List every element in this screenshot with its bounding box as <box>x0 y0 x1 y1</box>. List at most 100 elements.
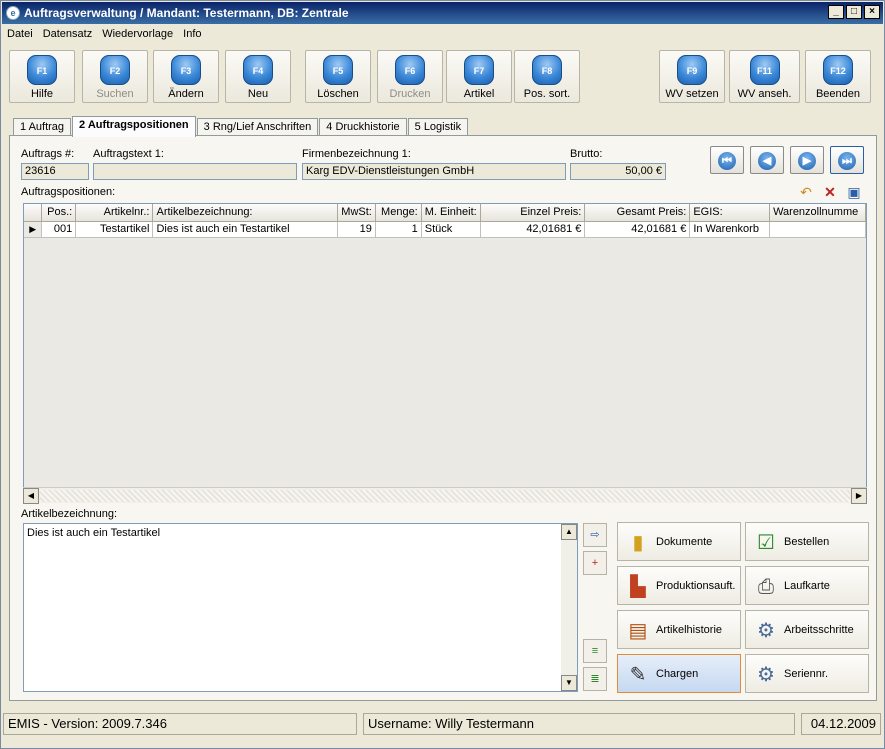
add-text-icon[interactable]: + <box>583 551 607 575</box>
cell-einzelpreis[interactable]: 42,01681 € <box>480 221 586 238</box>
import-text-icon[interactable]: ⇨ <box>583 523 607 547</box>
cell-artikelbezeichnung[interactable]: Dies ist auch ein Testartikel <box>152 221 338 238</box>
set-followup-button[interactable]: F9 WV setzen <box>659 50 725 103</box>
menu-datensatz[interactable]: Datensatz <box>43 28 93 44</box>
produktionsauftrag-button[interactable]: ▙ Produktionsauft. <box>617 566 741 605</box>
auftragstext-label: Auftragstext 1: <box>93 148 164 160</box>
memo-text: Dies ist auch ein Testartikel <box>27 527 161 539</box>
menu-datei[interactable]: Datei <box>7 28 33 44</box>
auftragstext-field[interactable] <box>93 163 297 180</box>
seriennummer-button[interactable]: ⚙ Seriennr. <box>745 654 869 693</box>
auftrag-label: Auftrags #: <box>21 148 75 160</box>
f7-key-icon: F7 <box>464 55 494 85</box>
last-record-button[interactable]: ⏭ <box>830 146 864 174</box>
auftrag-number-field[interactable]: 23616 <box>21 163 89 180</box>
memo-label: Artikelbezeichnung: <box>21 508 118 520</box>
chargen-button[interactable]: ✎ Chargen <box>617 654 741 693</box>
column-header-pos[interactable]: Pos.: <box>41 204 77 222</box>
f3-key-icon: F3 <box>171 55 201 85</box>
scroll-right-icon[interactable]: ▶ <box>851 488 867 504</box>
row-pointer-icon: ▶ <box>24 221 43 238</box>
app-window: e Auftragsverwaltung / Mandant: Testerma… <box>0 0 885 749</box>
bestellen-button[interactable]: ☑ Bestellen <box>745 522 869 561</box>
tab-auftragspositionen[interactable]: 2 Auftragspositionen <box>72 116 196 137</box>
last-record-icon: ⏭ <box>838 152 856 170</box>
article-button[interactable]: F7 Artikel <box>446 50 512 103</box>
menu-info[interactable]: Info <box>183 28 201 44</box>
previous-record-button[interactable]: ◀ <box>750 146 784 174</box>
function-toolbar: F1 Hilfe F2 Suchen F3 Ändern F4 Neu F5 Lösche… <box>9 50 875 103</box>
factory-icon: ▙ <box>630 576 646 598</box>
cell-menge[interactable]: 1 <box>375 221 422 238</box>
scroll-left-icon[interactable]: ◀ <box>23 488 39 504</box>
first-record-icon: ⏮ <box>718 152 736 170</box>
scroll-track[interactable] <box>40 490 850 502</box>
column-header-menge[interactable]: Menge: <box>375 204 422 222</box>
help-button[interactable]: F1 Hilfe <box>9 50 75 103</box>
save-icon[interactable]: ▣ <box>845 183 863 201</box>
header-indicator <box>24 204 43 222</box>
dokumente-button[interactable]: ▮ Dokumente <box>617 522 741 561</box>
undo-icon[interactable]: ↶ <box>797 183 815 201</box>
delete-row-icon[interactable]: ✕ <box>821 183 839 201</box>
column-header-artikelnr[interactable]: Artikelnr.: <box>75 204 154 222</box>
grid-header-row: Pos.: Artikelnr.: Artikelbezeichnung: Mw… <box>24 204 866 222</box>
edit-list-icon[interactable]: ≡ <box>583 639 607 663</box>
title-bar[interactable]: e Auftragsverwaltung / Mandant: Testerma… <box>2 2 883 24</box>
new-button[interactable]: F4 Neu <box>225 50 291 103</box>
scroll-down-icon[interactable]: ▼ <box>561 675 577 691</box>
print-button[interactable]: F6 Drucken <box>377 50 443 103</box>
brutto-label: Brutto: <box>570 148 603 160</box>
checklist-icon: ☑ <box>757 532 775 554</box>
arbeitsschritte-button[interactable]: ⚙ Arbeitsschritte <box>745 610 869 649</box>
column-header-einheit[interactable]: M. Einheit: <box>421 204 481 222</box>
brutto-field[interactable]: 50,00 € <box>570 163 666 180</box>
close-button[interactable]: × <box>864 5 880 19</box>
firma-field[interactable]: Karg EDV-Dienstleistungen GmbH <box>302 163 566 180</box>
menu-wiedervorlage[interactable]: Wiedervorlage <box>102 28 173 44</box>
article-description-memo[interactable]: Dies ist auch ein Testartikel ▲ ▼ <box>23 523 578 692</box>
cell-warenzollnummer[interactable] <box>769 221 866 238</box>
f8-key-icon: F8 <box>532 55 562 85</box>
cell-mwst[interactable]: 19 <box>337 221 376 238</box>
column-header-artikelbezeichnung[interactable]: Artikelbezeichnung: <box>152 204 338 222</box>
film-icon: ▤ <box>628 620 648 642</box>
cell-einheit[interactable]: Stück <box>421 221 481 238</box>
tab-strip: 1 Auftrag 2 Auftragspositionen 3 Rng/Lie… <box>13 116 469 137</box>
column-header-warenzollnummer[interactable]: Warenzollnumme <box>769 204 866 222</box>
column-header-gesamtpreis[interactable]: Gesamt Preis: <box>584 204 691 222</box>
memo-vertical-scrollbar[interactable]: ▲ ▼ <box>561 524 577 691</box>
scroll-up-icon[interactable]: ▲ <box>561 524 577 540</box>
column-header-mwst[interactable]: MwSt: <box>337 204 376 222</box>
next-record-button[interactable]: ▶ <box>790 146 824 174</box>
view-followup-button[interactable]: F11 WV anseh. <box>729 50 800 103</box>
delete-button[interactable]: F5 Löschen <box>305 50 371 103</box>
f5-key-icon: F5 <box>323 55 353 85</box>
status-version: EMIS - Version: 2009.7.346 <box>3 713 357 735</box>
search-button[interactable]: F2 Suchen <box>82 50 148 103</box>
grid-horizontal-scrollbar[interactable]: ◀ ▶ <box>23 487 867 504</box>
artikelhistorie-button[interactable]: ▤ Artikelhistorie <box>617 610 741 649</box>
column-header-einzelpreis[interactable]: Einzel Preis: <box>480 204 586 222</box>
minimize-button[interactable]: _ <box>828 5 844 19</box>
edit-button[interactable]: F3 Ändern <box>153 50 219 103</box>
f1-key-icon: F1 <box>27 55 57 85</box>
laufkarte-button[interactable]: ⎙ Laufkarte <box>745 566 869 605</box>
f12-key-icon: F12 <box>823 55 853 85</box>
f11-key-icon: F11 <box>749 55 780 85</box>
sort-positions-button[interactable]: F8 Pos. sort. <box>514 50 580 103</box>
cell-artikelnr[interactable]: Testartikel <box>75 221 154 238</box>
status-date: 04.12.2009 <box>801 713 881 735</box>
status-bar: EMIS - Version: 2009.7.346 Username: Wil… <box>3 713 882 735</box>
remove-list-icon[interactable]: ≣ <box>583 667 607 691</box>
table-row[interactable]: ▶ 001 Testartikel Dies ist auch ein Test… <box>24 221 866 238</box>
exit-button[interactable]: F12 Beenden <box>805 50 871 103</box>
first-record-button[interactable]: ⏮ <box>710 146 744 174</box>
maximize-button[interactable]: □ <box>846 5 862 19</box>
cell-egis[interactable]: In Warenkorb <box>689 221 771 238</box>
column-header-egis[interactable]: EGIS: <box>689 204 771 222</box>
cell-pos[interactable]: 001 <box>41 221 77 238</box>
positions-grid: Pos.: Artikelnr.: Artikelbezeichnung: Mw… <box>23 203 867 503</box>
cell-gesamtpreis[interactable]: 42,01681 € <box>584 221 691 238</box>
f6-key-icon: F6 <box>395 55 425 85</box>
